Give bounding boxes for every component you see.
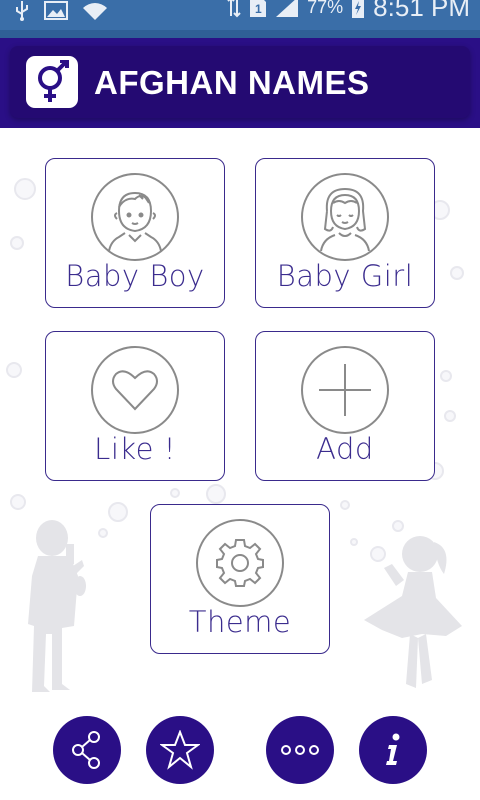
sim-icon: 1: [250, 0, 267, 17]
system-status: 1 77% 8:51 PM: [227, 0, 470, 22]
boy-silhouette: [28, 520, 86, 692]
rate-button[interactable]: [146, 716, 214, 784]
baby-girl-label: Baby Girl: [276, 259, 414, 293]
share-icon: [72, 731, 100, 769]
heart-icon: [91, 346, 179, 434]
info-button[interactable]: [359, 716, 427, 784]
info-icon: [386, 733, 400, 765]
theme-tile[interactable]: Theme: [150, 504, 330, 654]
data-arrows-icon: [227, 0, 241, 18]
battery-percent: 77%: [307, 0, 344, 17]
more-icon: [281, 745, 319, 755]
image-icon: [44, 1, 68, 20]
baby-boy-tile[interactable]: Baby Boy: [45, 158, 225, 308]
like-label: Like !: [94, 432, 176, 466]
wifi-icon: [83, 3, 107, 21]
theme-label: Theme: [188, 605, 292, 639]
more-button[interactable]: [266, 716, 334, 784]
svg-text:1: 1: [255, 2, 262, 16]
clock: 8:51 PM: [373, 0, 470, 22]
gender-symbol-icon: [26, 56, 78, 108]
girl-silhouette: [364, 536, 462, 688]
like-tile[interactable]: Like !: [45, 331, 225, 481]
add-label: Add: [316, 432, 374, 466]
battery-charging-icon: [352, 0, 365, 18]
baby-girl-icon: [301, 173, 389, 261]
notification-icons: [14, 0, 108, 22]
usb-icon: [16, 1, 28, 21]
baby-girl-tile[interactable]: Baby Girl: [255, 158, 435, 308]
signal-icon: [276, 0, 299, 17]
app-title: AFGHAN NAMES: [94, 64, 370, 101]
share-button[interactable]: [53, 716, 121, 784]
baby-boy-icon: [91, 173, 179, 261]
add-tile[interactable]: Add: [255, 331, 435, 481]
gear-icon: [196, 519, 284, 607]
plus-icon: [301, 346, 389, 434]
star-icon: [160, 730, 200, 770]
baby-boy-label: Baby Boy: [65, 259, 205, 293]
